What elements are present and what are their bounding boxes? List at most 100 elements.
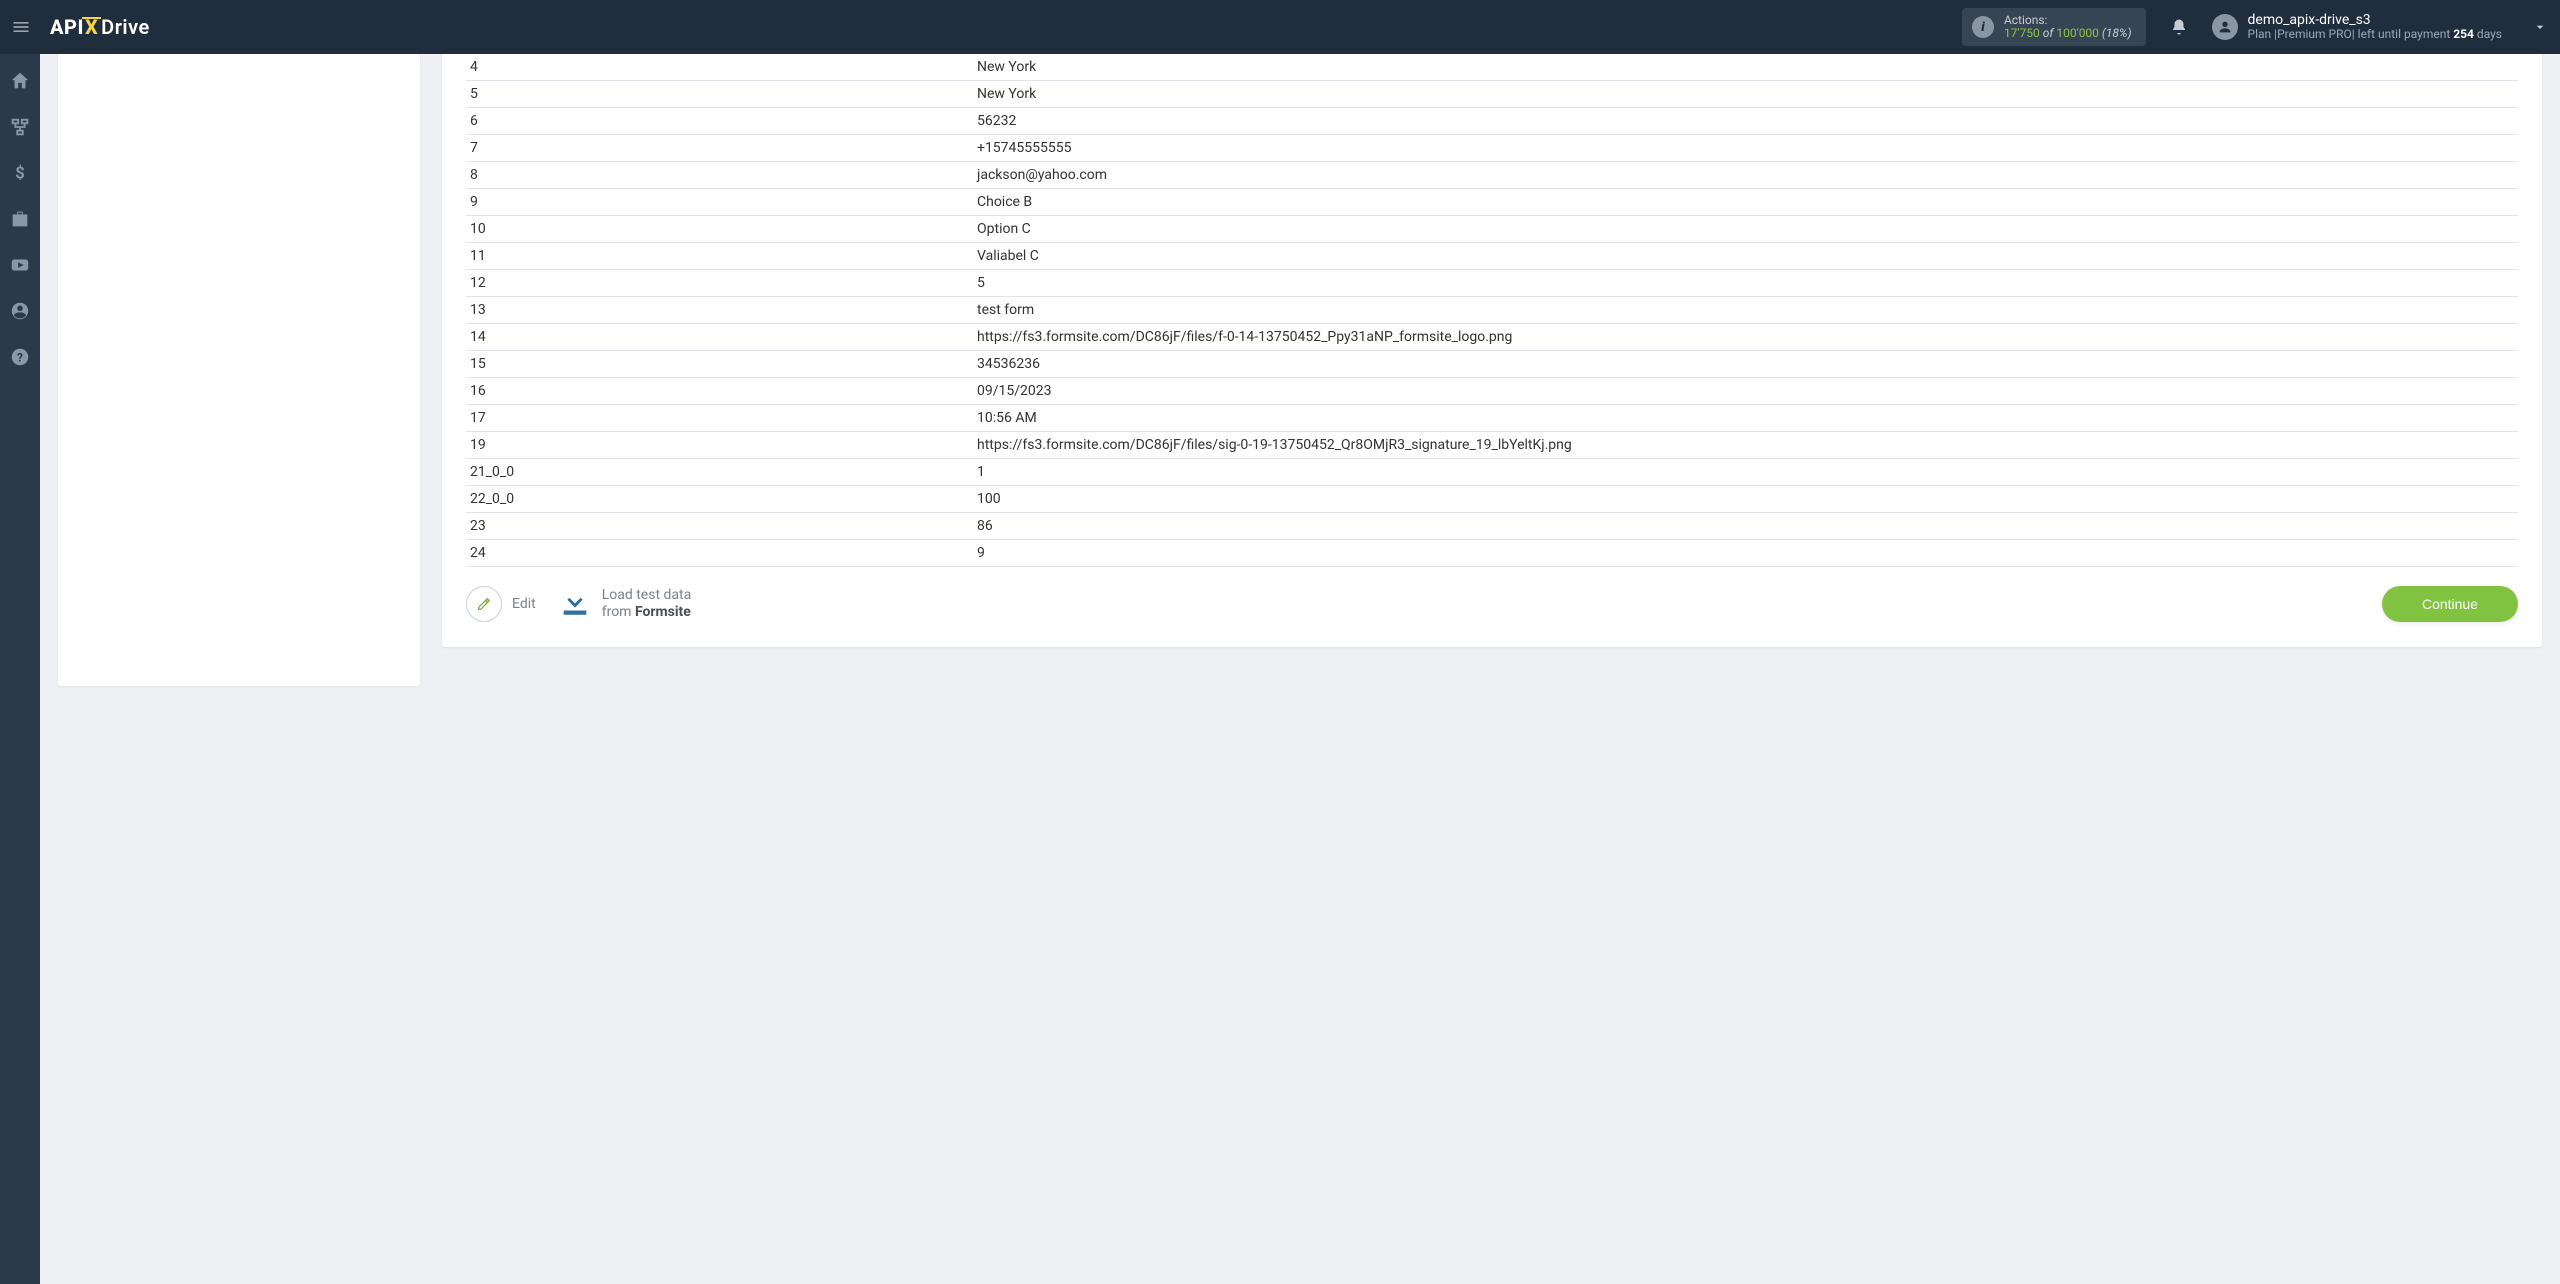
row-value: 09/15/2023 bbox=[973, 378, 2518, 405]
sidebar: $ ? bbox=[0, 54, 40, 1284]
content: 4New York5New York6562327+157455555558ja… bbox=[40, 54, 2560, 1284]
table-row: 125 bbox=[466, 270, 2518, 297]
table-row: 14https://fs3.formsite.com/DC86jF/files/… bbox=[466, 324, 2518, 351]
row-key: 19 bbox=[466, 432, 973, 459]
table-row: 2386 bbox=[466, 513, 2518, 540]
body: $ ? 4New York5New York6562327+1574555555… bbox=[0, 54, 2560, 1284]
row-value: 1 bbox=[973, 459, 2518, 486]
row-key: 15 bbox=[466, 351, 973, 378]
row-key: 17 bbox=[466, 405, 973, 432]
row-value: 56232 bbox=[973, 108, 2518, 135]
topbar: API X Drive i Actions: 17'750 of 100'000… bbox=[0, 0, 2560, 54]
row-key: 9 bbox=[466, 189, 973, 216]
actions-values: 17'750 of 100'000 (18%) bbox=[2004, 27, 2132, 40]
row-value: 100 bbox=[973, 486, 2518, 513]
table-row: 4New York bbox=[466, 54, 2518, 81]
table-row: 9Choice B bbox=[466, 189, 2518, 216]
logo-api: API bbox=[50, 15, 84, 39]
row-key: 7 bbox=[466, 135, 973, 162]
table-row: 1609/15/2023 bbox=[466, 378, 2518, 405]
row-value: Valiabel C bbox=[973, 243, 2518, 270]
row-key: 14 bbox=[466, 324, 973, 351]
row-key: 16 bbox=[466, 378, 973, 405]
row-value: 9 bbox=[973, 540, 2518, 567]
row-key: 22_0_0 bbox=[466, 486, 973, 513]
row-key: 13 bbox=[466, 297, 973, 324]
pencil-icon bbox=[476, 596, 492, 612]
username: demo_apix-drive_s3 bbox=[2248, 12, 2502, 28]
hamburger-button[interactable] bbox=[6, 12, 36, 42]
row-key: 6 bbox=[466, 108, 973, 135]
table-row: 22_0_0100 bbox=[466, 486, 2518, 513]
data-table: 4New York5New York6562327+157455555558ja… bbox=[466, 54, 2518, 567]
table-row: 11Valiabel C bbox=[466, 243, 2518, 270]
hamburger-icon bbox=[11, 17, 31, 37]
table-row: 1534536236 bbox=[466, 351, 2518, 378]
connections-icon[interactable] bbox=[9, 116, 31, 138]
row-key: 4 bbox=[466, 54, 973, 81]
user-icon bbox=[2217, 19, 2233, 35]
row-value: +15745555555 bbox=[973, 135, 2518, 162]
row-key: 23 bbox=[466, 513, 973, 540]
continue-button[interactable]: Continue bbox=[2382, 586, 2518, 622]
left-panel bbox=[58, 54, 420, 686]
user-text: demo_apix-drive_s3 Plan |Premium PRO| le… bbox=[2248, 12, 2502, 42]
panel-footer: Edit Load test data from Formsite Contin… bbox=[466, 585, 2518, 623]
row-value: https://fs3.formsite.com/DC86jF/files/f-… bbox=[973, 324, 2518, 351]
row-value: 34536236 bbox=[973, 351, 2518, 378]
row-key: 8 bbox=[466, 162, 973, 189]
load-test-data-button[interactable]: Load test data from Formsite bbox=[558, 585, 692, 623]
actions-counter[interactable]: i Actions: 17'750 of 100'000 (18%) bbox=[1962, 8, 2146, 46]
table-row: 5New York bbox=[466, 81, 2518, 108]
help-icon[interactable]: ? bbox=[9, 346, 31, 368]
row-key: 5 bbox=[466, 81, 973, 108]
svg-text:$: $ bbox=[15, 165, 24, 184]
chevron-down-icon[interactable] bbox=[2532, 19, 2548, 35]
table-row: 13test form bbox=[466, 297, 2518, 324]
table-row: 1710:56 AM bbox=[466, 405, 2518, 432]
info-icon: i bbox=[1972, 16, 1994, 38]
row-key: 21_0_0 bbox=[466, 459, 973, 486]
edit-label: Edit bbox=[512, 596, 536, 612]
table-row: 8jackson@yahoo.com bbox=[466, 162, 2518, 189]
row-value: Choice B bbox=[973, 189, 2518, 216]
row-value: test form bbox=[973, 297, 2518, 324]
row-key: 11 bbox=[466, 243, 973, 270]
table-row: 249 bbox=[466, 540, 2518, 567]
svg-text:?: ? bbox=[17, 351, 23, 365]
load-text: Load test data from Formsite bbox=[602, 587, 692, 621]
logo-x: X bbox=[84, 15, 99, 39]
logo-drive: Drive bbox=[101, 15, 150, 39]
table-row: 7+15745555555 bbox=[466, 135, 2518, 162]
home-icon[interactable] bbox=[9, 70, 31, 92]
edit-circle bbox=[466, 586, 502, 622]
briefcase-icon[interactable] bbox=[9, 208, 31, 230]
row-key: 24 bbox=[466, 540, 973, 567]
right-panel: 4New York5New York6562327+157455555558ja… bbox=[442, 54, 2542, 647]
panels: 4New York5New York6562327+157455555558ja… bbox=[58, 54, 2542, 686]
download-icon bbox=[558, 585, 592, 623]
row-value: Option C bbox=[973, 216, 2518, 243]
user-menu[interactable]: demo_apix-drive_s3 Plan |Premium PRO| le… bbox=[2212, 12, 2548, 42]
row-value: 10:56 AM bbox=[973, 405, 2518, 432]
user-profile-icon[interactable] bbox=[9, 300, 31, 322]
row-key: 12 bbox=[466, 270, 973, 297]
row-value: 86 bbox=[973, 513, 2518, 540]
row-value: https://fs3.formsite.com/DC86jF/files/si… bbox=[973, 432, 2518, 459]
plan-line: Plan |Premium PRO| left until payment 25… bbox=[2248, 28, 2502, 42]
table-row: 656232 bbox=[466, 108, 2518, 135]
dollar-icon[interactable]: $ bbox=[9, 162, 31, 184]
row-value: New York bbox=[973, 81, 2518, 108]
avatar bbox=[2212, 14, 2238, 40]
youtube-icon[interactable] bbox=[9, 254, 31, 276]
row-value: 5 bbox=[973, 270, 2518, 297]
table-row: 19https://fs3.formsite.com/DC86jF/files/… bbox=[466, 432, 2518, 459]
row-value: jackson@yahoo.com bbox=[973, 162, 2518, 189]
table-row: 10Option C bbox=[466, 216, 2518, 243]
bell-icon[interactable] bbox=[2170, 18, 2188, 36]
row-key: 10 bbox=[466, 216, 973, 243]
actions-text: Actions: 17'750 of 100'000 (18%) bbox=[2004, 14, 2132, 40]
table-row: 21_0_01 bbox=[466, 459, 2518, 486]
logo[interactable]: API X Drive bbox=[50, 15, 150, 39]
edit-button[interactable]: Edit bbox=[466, 586, 536, 622]
